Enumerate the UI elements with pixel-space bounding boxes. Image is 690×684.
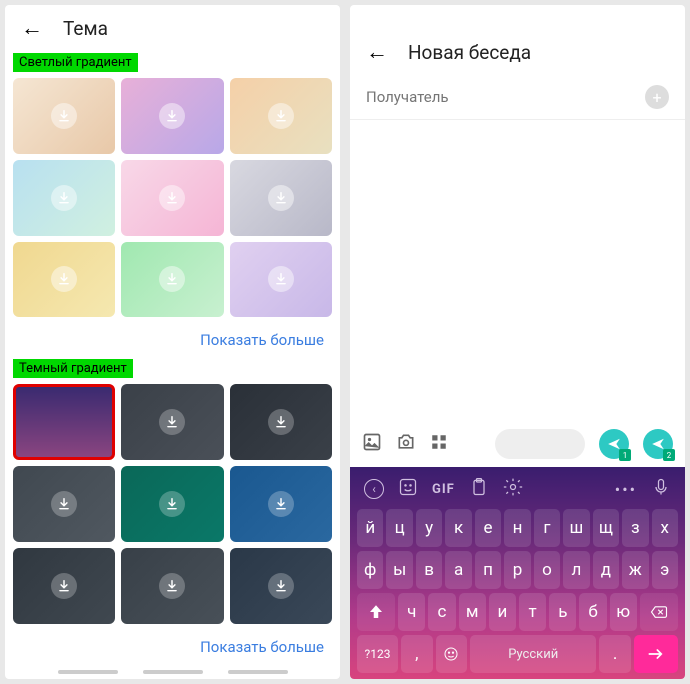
key-щ[interactable]: щ [593, 509, 619, 547]
theme-tile[interactable] [121, 160, 223, 236]
key-х[interactable]: х [652, 509, 678, 547]
key-ь[interactable]: ь [549, 593, 576, 631]
camera-icon[interactable] [396, 432, 416, 457]
theme-tile[interactable] [230, 160, 332, 236]
message-area [350, 120, 685, 421]
mic-icon[interactable] [651, 477, 671, 501]
theme-tile[interactable] [121, 548, 223, 624]
header: ← Новая беседа [350, 29, 685, 75]
comma-key[interactable]: , [401, 635, 433, 673]
period-key[interactable]: . [599, 635, 631, 673]
apps-icon[interactable] [430, 433, 448, 456]
settings-icon[interactable] [503, 477, 523, 501]
page-title: Тема [63, 17, 108, 40]
send-button-1[interactable]: 1 [599, 429, 629, 459]
theme-tile[interactable] [230, 384, 332, 460]
add-recipient-icon[interactable]: + [645, 85, 669, 109]
key-ж[interactable]: ж [622, 551, 648, 589]
section-light-gradient: Светлый градиент [13, 53, 138, 72]
nav-indicator [5, 664, 340, 679]
gallery-icon[interactable] [362, 432, 382, 457]
theme-tile[interactable] [230, 78, 332, 154]
back-icon[interactable]: ← [366, 39, 388, 65]
recipient-row: + [350, 75, 685, 120]
shift-key[interactable] [357, 593, 395, 631]
key-ч[interactable]: ч [398, 593, 425, 631]
theme-tile[interactable] [13, 548, 115, 624]
key-ц[interactable]: ц [386, 509, 412, 547]
key-и[interactable]: и [489, 593, 516, 631]
backspace-key[interactable] [640, 593, 678, 631]
theme-tile[interactable] [121, 384, 223, 460]
key-у[interactable]: у [416, 509, 442, 547]
key-ф[interactable]: ф [357, 551, 383, 589]
key-а[interactable]: а [445, 551, 471, 589]
key-н[interactable]: н [504, 509, 530, 547]
send-button-2[interactable]: 2 [643, 429, 673, 459]
theme-tile[interactable] [13, 466, 115, 542]
key-е[interactable]: е [475, 509, 501, 547]
theme-tile[interactable] [13, 242, 115, 318]
key-л[interactable]: л [563, 551, 589, 589]
page-title: Новая беседа [408, 41, 531, 64]
key-с[interactable]: с [428, 593, 455, 631]
section-dark-gradient: Темный градиент [13, 359, 133, 378]
symbols-key[interactable]: ?123 [357, 635, 398, 673]
gif-button[interactable]: GIF [432, 482, 455, 497]
theme-tile[interactable] [13, 384, 115, 460]
clipboard-icon[interactable] [469, 477, 489, 501]
show-more-dark[interactable]: Показать больше [5, 630, 340, 664]
header: ← Тема [5, 5, 340, 51]
sim-badge: 2 [663, 449, 675, 461]
key-б[interactable]: б [579, 593, 606, 631]
recipient-input[interactable] [366, 88, 645, 106]
theme-tile[interactable] [230, 548, 332, 624]
key-з[interactable]: з [622, 509, 648, 547]
sticker-icon[interactable] [398, 477, 418, 501]
key-ш[interactable]: ш [563, 509, 589, 547]
theme-screen: ← Тема Светлый градиент Показать больше … [5, 5, 340, 679]
theme-tile[interactable] [13, 78, 115, 154]
statusbar [350, 5, 685, 29]
key-й[interactable]: й [357, 509, 383, 547]
theme-tile[interactable] [13, 160, 115, 236]
show-more-light[interactable]: Показать больше [5, 323, 340, 357]
message-toolbar: 1 2 [350, 421, 685, 467]
key-т[interactable]: т [519, 593, 546, 631]
key-к[interactable]: к [445, 509, 471, 547]
message-input[interactable] [495, 429, 585, 459]
back-icon[interactable]: ← [21, 15, 43, 41]
key-ю[interactable]: ю [610, 593, 637, 631]
theme-tile[interactable] [121, 242, 223, 318]
space-key[interactable]: Русский [470, 635, 596, 673]
keyboard: ‹ GIF ••• йцукенгшщзх фывапролджэ чсмить… [350, 467, 685, 679]
theme-tile[interactable] [230, 466, 332, 542]
theme-tile[interactable] [230, 242, 332, 318]
key-п[interactable]: п [475, 551, 501, 589]
theme-tile[interactable] [121, 78, 223, 154]
key-д[interactable]: д [593, 551, 619, 589]
compose-screen: ← Новая беседа + 1 2 ‹ GIF ••• йцукенгшщ… [350, 5, 685, 679]
key-г[interactable]: г [534, 509, 560, 547]
theme-tile[interactable] [121, 466, 223, 542]
key-в[interactable]: в [416, 551, 442, 589]
key-о[interactable]: о [534, 551, 560, 589]
key-э[interactable]: э [652, 551, 678, 589]
emoji-key[interactable] [436, 635, 468, 673]
dark-gradient-grid [5, 378, 340, 629]
chevron-left-icon[interactable]: ‹ [364, 479, 384, 499]
sim-badge: 1 [619, 449, 631, 461]
keyboard-toolbar: ‹ GIF ••• [354, 471, 681, 507]
more-icon[interactable]: ••• [615, 480, 637, 499]
key-р[interactable]: р [504, 551, 530, 589]
light-gradient-grid [5, 72, 340, 323]
key-ы[interactable]: ы [386, 551, 412, 589]
key-м[interactable]: м [459, 593, 486, 631]
enter-key[interactable] [634, 635, 678, 673]
